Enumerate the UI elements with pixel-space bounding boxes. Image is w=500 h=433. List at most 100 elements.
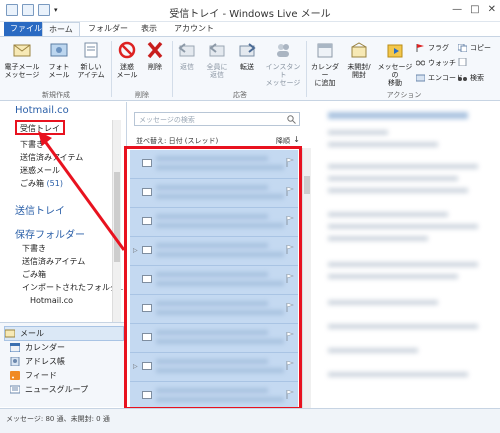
reply-button[interactable]: 返信 [176,41,198,71]
saved-imported[interactable]: インポートされたフォルダ… [22,282,126,293]
tab-view[interactable]: 表示 [135,22,163,36]
forward-button[interactable]: 転送 [235,41,259,71]
search-input[interactable]: メッセージの検索 [134,112,300,126]
block-icon [118,41,136,59]
rss-icon [10,371,20,380]
reading-body-blur [328,324,478,329]
junk-button[interactable]: 迷惑 メール [114,41,140,79]
list-scrollbar[interactable] [302,148,311,408]
trash-count: (51) [46,179,63,188]
maximize-icon[interactable]: □ [470,4,479,15]
new-email-icon [13,44,31,57]
delete-button[interactable]: 削除 [144,41,166,71]
tab-account[interactable]: アカウント [168,22,220,36]
nav-contacts-label: アドレス帳 [25,357,65,366]
search-placeholder: メッセージの検索 [139,116,195,124]
nav-newsgroups[interactable]: ニュースグループ [10,383,88,396]
close-icon[interactable]: ✕ [488,4,496,15]
nav-feeds-label: フィード [25,371,57,380]
list-scroll-thumb[interactable] [304,176,310,194]
saved-drafts[interactable]: 下書き [22,243,46,254]
order-arrow-icon[interactable]: ↓ [293,135,300,144]
group-new-label: 新規作成 [42,91,70,99]
nav-calendar[interactable]: カレンダー [10,341,65,354]
ribbon: 電子メール メッセージ フォト メール 新しい アイテム 新規作成 迷惑 メール… [0,36,500,101]
ribbon-tabs: ファイル ホーム フォルダー 表示 アカウント [0,22,500,38]
group-separator [111,41,112,97]
flag-icon [416,44,424,52]
nav-feeds[interactable]: フィード [10,369,57,382]
folder-trash-label: ごみ箱 [20,179,44,188]
reading-subject-blur [328,112,468,119]
reply-all-icon [209,43,225,57]
photo-email-button[interactable]: フォト メール [46,41,72,79]
group-separator [172,41,173,97]
reading-body-blur [328,236,428,241]
photo-email-label: フォト メール [48,63,70,79]
copy-label: コピー [470,44,491,52]
saved-folders-header[interactable]: 保存フォルダー [15,226,85,241]
reading-body-blur [328,372,468,377]
status-bar: メッセージ: 80 通、未開封: 0 通 [0,408,500,433]
im-label: インスタント メッセージ [265,63,301,87]
unread-read-label: 未開封/ 開封 [347,63,371,79]
reading-body-blur [328,188,468,193]
search-icon[interactable] [287,115,296,124]
folder-trash[interactable]: ごみ箱 (51) [20,178,63,189]
address-book-icon [10,357,20,366]
tab-folder[interactable]: フォルダー [82,22,134,36]
calendar-icon [10,343,20,352]
folder-scroll-thumb[interactable] [114,172,120,262]
saved-sent[interactable]: 送信済みアイテム [22,256,85,267]
group-separator [306,41,307,97]
search-button[interactable]: 検索 [458,73,484,83]
delete-x-icon [147,41,163,59]
junk-label: 迷惑 メール [116,63,138,79]
nav-mail-label: メール [20,329,44,338]
encode-button[interactable]: エンコード [416,73,463,83]
move-message-button[interactable]: メッセージの 移動 [376,41,414,87]
reading-to-blur [328,142,438,147]
forward-label: 転送 [240,63,254,71]
folder-junk[interactable]: 迷惑メール [20,165,60,176]
reading-body-blur [328,224,478,229]
nav-calendar-label: カレンダー [25,343,65,352]
window-controls: — □ ✕ [452,4,496,15]
copy-button[interactable]: コピー [458,43,491,53]
title-bar: ▾ 受信トレイ - Windows Live メール — □ ✕ [0,0,500,22]
reading-body-blur [328,262,478,267]
unread-read-button[interactable]: 未開封/ 開封 [344,41,374,79]
folder-sent[interactable]: 送信済みアイテム [20,152,83,163]
watch-button[interactable]: ウォッチ [416,58,456,68]
reading-body-blur [328,176,458,181]
new-item-button[interactable]: 新しい アイテム [76,41,106,79]
group-actions-label: アクション [386,91,422,99]
nav-pane: メール カレンダー アドレス帳 フィード ニュースグループ [0,322,125,407]
nav-mail[interactable]: メール [4,326,124,341]
add-calendar-button[interactable]: カレンダー に追加 [308,41,342,87]
folder-outbox[interactable]: 送信トレイ [15,202,65,217]
folder-scrollbar[interactable] [112,120,121,322]
photo-email-icon [50,43,68,57]
glasses-icon [416,60,425,66]
newsgroup-icon [10,385,20,394]
minimize-icon[interactable]: — [452,4,462,15]
window-title: 受信トレイ - Windows Live メール [169,9,331,20]
saved-trash[interactable]: ごみ箱 [22,269,46,280]
order-toggle[interactable]: 降順 [276,136,290,146]
nav-newsgroups-label: ニュースグループ [25,385,89,394]
reading-body-blur [328,348,418,353]
folder-drafts[interactable]: 下書き [20,139,44,150]
sort-dropdown[interactable]: 並べ替え: 日付 (スレッド) [136,136,218,146]
copy-icon [458,44,467,52]
forward-icon [239,43,256,57]
copy-secondary-button[interactable] [458,58,467,66]
instant-message-button[interactable]: インスタント メッセージ [263,41,303,87]
reply-all-button[interactable]: 全員に 返信 [203,41,231,79]
account-header[interactable]: Hotmail.co [15,105,69,116]
move-folder-icon [387,44,403,58]
nav-contacts[interactable]: アドレス帳 [10,355,65,368]
flag-button[interactable]: フラグ [416,43,449,53]
saved-account[interactable]: Hotmail.co [30,296,73,305]
new-email-button[interactable]: 電子メール メッセージ [4,41,40,79]
